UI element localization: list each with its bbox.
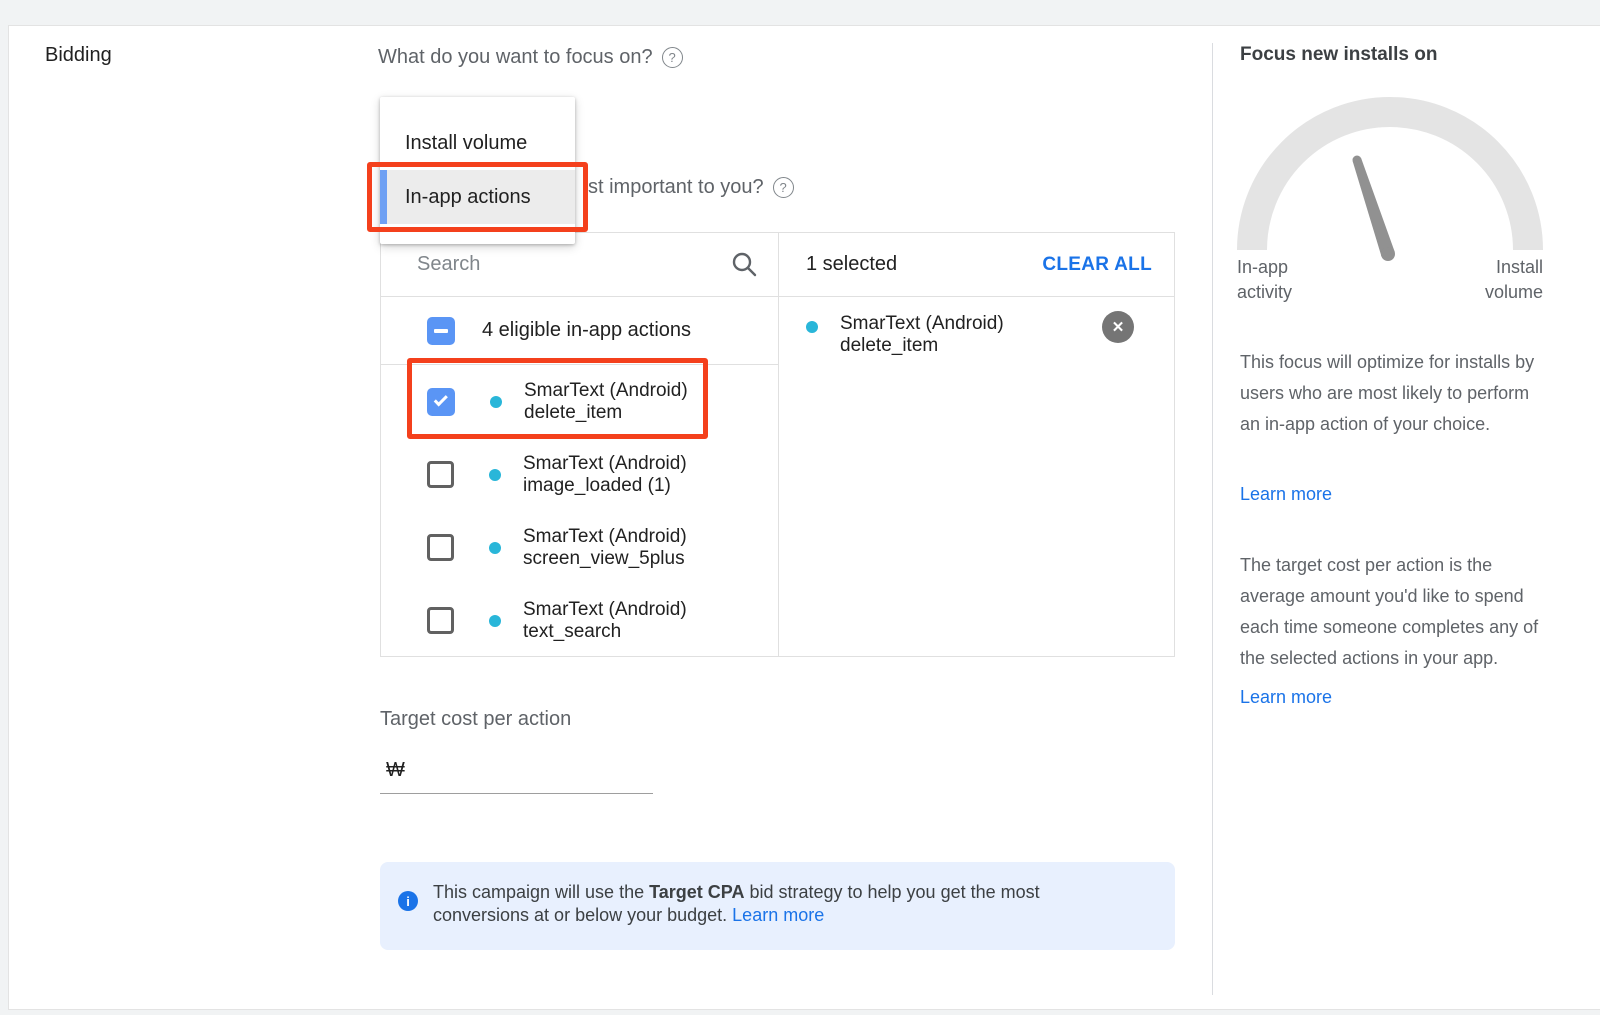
dropdown-option-install-volume[interactable]: Install volume: [380, 116, 575, 170]
conversion-dot-icon: [489, 615, 501, 627]
help-icon[interactable]: ?: [662, 47, 683, 68]
focus-gauge: [1237, 97, 1543, 267]
sidebar-paragraph-focus: This focus will optimize for installs by…: [1240, 347, 1550, 440]
action-app: SmarText (Android): [523, 599, 687, 620]
actions-question-fragment: st important to you? ?: [588, 176, 794, 199]
actions-question-label: st important to you?: [588, 176, 764, 199]
unchecked-checkbox[interactable]: [427, 461, 454, 488]
conversion-dot-icon: [490, 396, 502, 408]
action-row-screen-view[interactable]: SmarText (Android) screen_view_5plus: [381, 511, 778, 584]
picker-selected-pane: 1 selected CLEAR ALL SmarText (Android) …: [779, 233, 1174, 656]
conversion-dot-icon: [489, 542, 501, 554]
action-row-image-loaded[interactable]: SmarText (Android) image_loaded (1): [381, 438, 778, 511]
info-glyph: i: [406, 894, 410, 909]
gauge-label-in-app-activity: In-app activity: [1237, 255, 1327, 305]
learn-more-link-1[interactable]: Learn more: [1240, 484, 1332, 505]
learn-more-link-2[interactable]: Learn more: [1240, 687, 1332, 708]
sidebar-paragraph-target-cpa: The target cost per action is the averag…: [1240, 550, 1550, 674]
gauge-labels: In-app activity Install volume: [1237, 255, 1543, 305]
gauge-label-install-volume: Install volume: [1453, 255, 1543, 305]
gauge-arc: [1252, 112, 1528, 250]
target-cost-field[interactable]: ₩: [380, 748, 653, 794]
action-row-delete-item[interactable]: SmarText (Android) delete_item: [381, 365, 778, 438]
focus-dropdown-menu: Install volume In-app actions: [380, 97, 575, 244]
section-title: Bidding: [45, 44, 112, 67]
picker-available-pane: 4 eligible in-app actions SmarText (Andr…: [381, 233, 779, 656]
selected-header: 1 selected CLEAR ALL: [779, 233, 1174, 297]
unchecked-checkbox[interactable]: [427, 607, 454, 634]
action-name: text_search: [523, 621, 621, 642]
focus-question-label: What do you want to focus on?: [378, 46, 653, 69]
close-icon: ✕: [1112, 318, 1125, 336]
sidebar-title: Focus new installs on: [1240, 44, 1437, 66]
in-app-actions-picker: 4 eligible in-app actions SmarText (Andr…: [380, 232, 1175, 657]
dropdown-option-in-app-actions[interactable]: In-app actions: [380, 170, 575, 224]
target-cost-label: Target cost per action: [380, 708, 571, 731]
target-cost-input[interactable]: [413, 759, 678, 782]
bid-strategy-banner: i This campaign will use the Target CPA …: [380, 862, 1175, 950]
action-app: SmarText (Android): [524, 380, 688, 401]
action-app: SmarText (Android): [523, 526, 687, 547]
action-app: SmarText (Android): [523, 453, 687, 474]
currency-symbol: ₩: [386, 759, 405, 782]
help-icon[interactable]: ?: [773, 177, 794, 198]
focus-question: What do you want to focus on? ?: [378, 46, 683, 69]
clear-all-button[interactable]: CLEAR ALL: [1042, 254, 1152, 276]
indeterminate-checkbox[interactable]: [427, 317, 455, 345]
eligible-actions-label: 4 eligible in-app actions: [482, 319, 691, 342]
banner-prefix: This campaign will use the: [433, 882, 649, 902]
action-row-text-search[interactable]: SmarText (Android) text_search: [381, 584, 778, 657]
banner-learn-more-link[interactable]: Learn more: [732, 905, 824, 925]
conversion-dot-icon: [806, 321, 818, 333]
remove-selected-button[interactable]: ✕: [1102, 311, 1134, 343]
selected-app: SmarText (Android): [840, 313, 1004, 334]
search-icon: [731, 251, 758, 278]
action-name: image_loaded (1): [523, 475, 671, 496]
selected-action: delete_item: [840, 335, 938, 356]
info-icon: i: [398, 891, 418, 911]
select-all-row[interactable]: 4 eligible in-app actions: [381, 297, 778, 365]
search-input[interactable]: [417, 253, 731, 276]
check-glyph: [433, 392, 447, 406]
unchecked-checkbox[interactable]: [427, 534, 454, 561]
checked-checkbox[interactable]: [427, 388, 455, 416]
selected-count: 1 selected: [806, 253, 897, 276]
selected-item: SmarText (Android) delete_item ✕: [779, 297, 1174, 357]
minus-glyph: [434, 329, 448, 333]
gauge-needle: [1353, 156, 1396, 262]
banner-bold: Target CPA: [649, 882, 744, 902]
banner-text: This campaign will use the Target CPA bi…: [433, 881, 1133, 927]
action-name: delete_item: [524, 402, 622, 423]
action-name: screen_view_5plus: [523, 548, 685, 569]
conversion-dot-icon: [489, 469, 501, 481]
sidebar-divider: [1212, 43, 1213, 995]
